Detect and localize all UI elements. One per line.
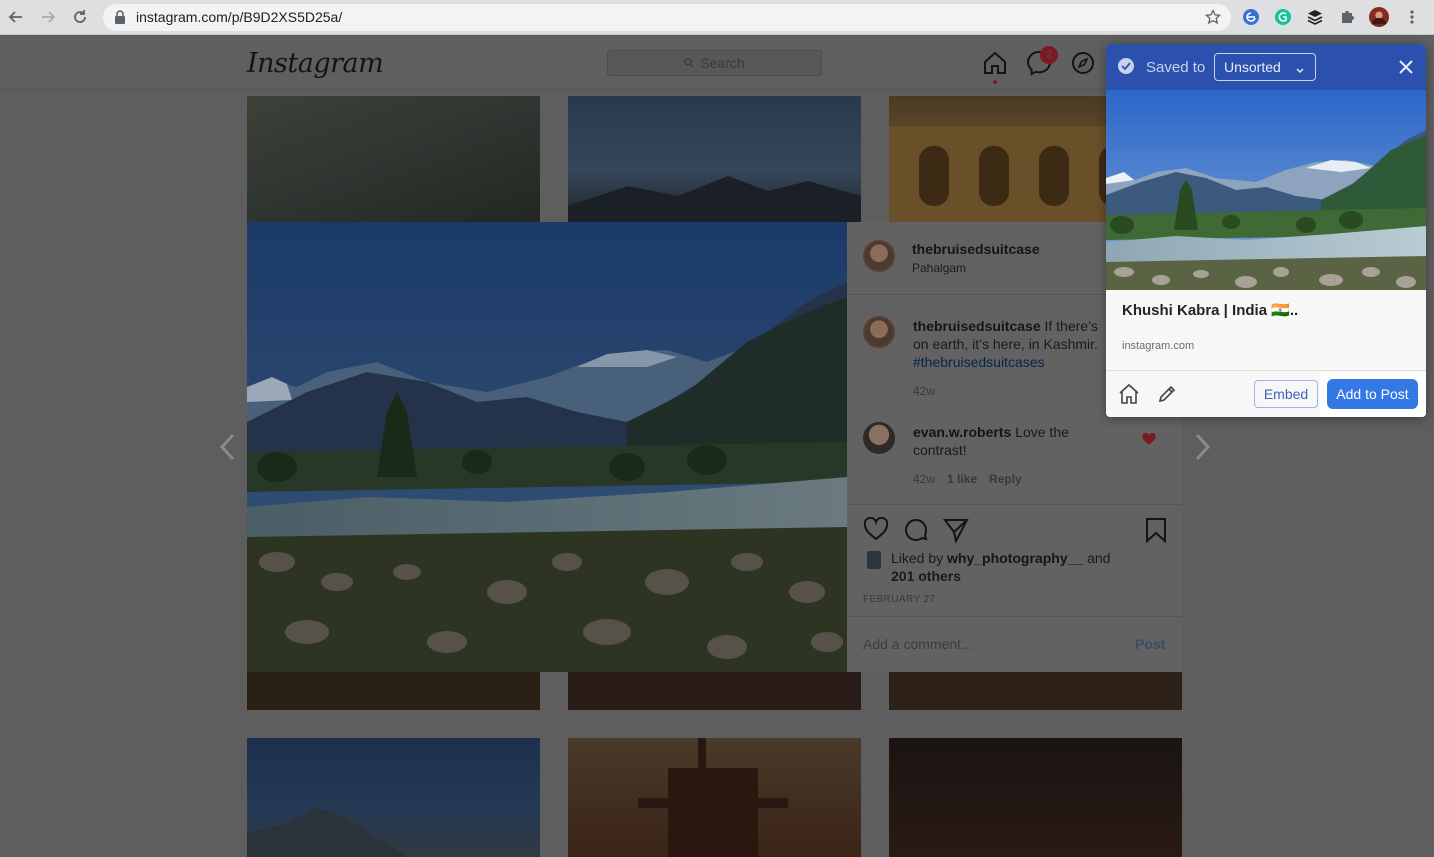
profile-avatar[interactable] (1369, 7, 1389, 27)
author-username[interactable]: thebruisedsuitcase (912, 241, 1040, 257)
post-comment-button[interactable]: Post (1135, 636, 1165, 652)
puzzle-extensions-icon[interactable] (1337, 7, 1357, 27)
feed-thumbnail[interactable] (568, 672, 861, 710)
home-icon[interactable] (1118, 383, 1140, 405)
feed-thumbnail[interactable] (568, 738, 861, 857)
liked-by-prefix: Liked by (891, 550, 944, 566)
caption-age[interactable]: 42w (913, 384, 935, 398)
messages-badge: 2 (1040, 46, 1058, 64)
share-paper-plane-icon[interactable] (943, 517, 969, 548)
liked-by-others[interactable]: 201 others (891, 567, 1161, 585)
saved-item-title: Khushi Kabra | India 🇮🇳.. (1122, 302, 1299, 319)
comment-text: evan.w.roberts Love the contrast! (913, 423, 1133, 459)
feed-thumbnail[interactable] (247, 672, 540, 710)
close-icon[interactable] (1396, 57, 1416, 77)
feed-thumbnail[interactable] (247, 738, 540, 857)
previous-post-arrow-icon[interactable] (218, 432, 238, 462)
caption-avatar[interactable] (863, 316, 895, 348)
author-avatar[interactable] (863, 240, 895, 272)
divider (847, 616, 1182, 617)
comment-line-1: Love the (1015, 424, 1069, 440)
save-bookmark-icon[interactable] (1144, 517, 1168, 548)
bookmark-star-icon[interactable] (1204, 8, 1222, 30)
browser-toolbar: instagram.com/p/B9D2XS5D25a/ (0, 0, 1434, 35)
feed-thumbnail[interactable] (889, 672, 1182, 710)
feed-thumbnail[interactable] (247, 96, 540, 222)
back-icon[interactable] (4, 5, 28, 29)
like-heart-icon[interactable] (863, 516, 889, 546)
instagram-logo[interactable]: Instagram (247, 48, 384, 79)
chevron-down-icon (1295, 62, 1305, 78)
grammarly-icon[interactable] (1273, 7, 1293, 27)
comment-like-heart-icon[interactable] (1142, 432, 1156, 450)
browser-menu-icon[interactable] (1402, 7, 1422, 27)
home-active-dot (993, 80, 997, 84)
popup-header: Saved to Unsorted (1106, 44, 1426, 90)
checkmark-icon (1118, 58, 1134, 74)
liked-by-and: and (1087, 550, 1111, 566)
collection-value: Unsorted (1224, 59, 1281, 75)
post-photo[interactable] (247, 222, 847, 672)
divider (847, 504, 1182, 505)
comment-line-2: contrast! (913, 442, 967, 458)
likes-summary: Liked by why_photography__ and 201 other… (891, 549, 1161, 585)
save-extension-popup: Saved to Unsorted Khushi Kabra | India 🇮… (1106, 44, 1426, 417)
reload-icon[interactable] (68, 5, 92, 29)
collection-dropdown[interactable]: Unsorted (1214, 53, 1316, 81)
saved-to-label: Saved to (1146, 59, 1206, 76)
forward-icon[interactable] (36, 5, 60, 29)
edit-pencil-icon[interactable] (1156, 383, 1178, 405)
explore-compass-icon[interactable] (1070, 50, 1096, 76)
liked-by-avatar[interactable] (867, 551, 881, 569)
caption-line-1: If there’s (1044, 318, 1098, 334)
embed-button[interactable]: Embed (1254, 380, 1318, 408)
feed-thumbnail[interactable] (889, 738, 1182, 857)
search-input[interactable]: Search (607, 50, 822, 76)
caption-username[interactable]: thebruisedsuitcase (913, 318, 1041, 334)
feed-thumbnail[interactable] (568, 96, 861, 222)
comment-bubble-icon[interactable] (903, 517, 929, 548)
divider (1106, 370, 1426, 371)
commenter-username[interactable]: evan.w.roberts (913, 424, 1011, 440)
add-comment-input[interactable]: Add a comment... (863, 636, 973, 652)
saved-item-site: instagram.com (1122, 340, 1195, 352)
comment-likes[interactable]: 1 like (947, 472, 977, 486)
address-bar[interactable]: instagram.com/p/B9D2XS5D25a/ (103, 4, 1231, 31)
saved-image-preview (1106, 90, 1426, 290)
layers-extension-icon[interactable] (1305, 7, 1325, 27)
lock-icon (114, 10, 126, 29)
home-icon[interactable] (982, 50, 1008, 76)
comment-meta: 42w 1 like Reply (913, 472, 1022, 486)
post-location[interactable]: Pahalgam (912, 261, 966, 275)
search-placeholder: Search (700, 55, 745, 71)
url-text: instagram.com/p/B9D2XS5D25a/ (136, 9, 343, 25)
next-post-arrow-icon[interactable] (1192, 432, 1212, 462)
add-to-post-button[interactable]: Add to Post (1327, 379, 1418, 409)
comment-reply-button[interactable]: Reply (989, 472, 1022, 486)
extension-e-icon[interactable] (1241, 7, 1261, 27)
comment-age[interactable]: 42w (913, 472, 935, 486)
search-icon (684, 55, 694, 71)
post-date[interactable]: FEBRUARY 27 (863, 594, 935, 605)
liked-by-user[interactable]: why_photography__ (947, 550, 1083, 566)
commenter-avatar[interactable] (863, 422, 895, 454)
